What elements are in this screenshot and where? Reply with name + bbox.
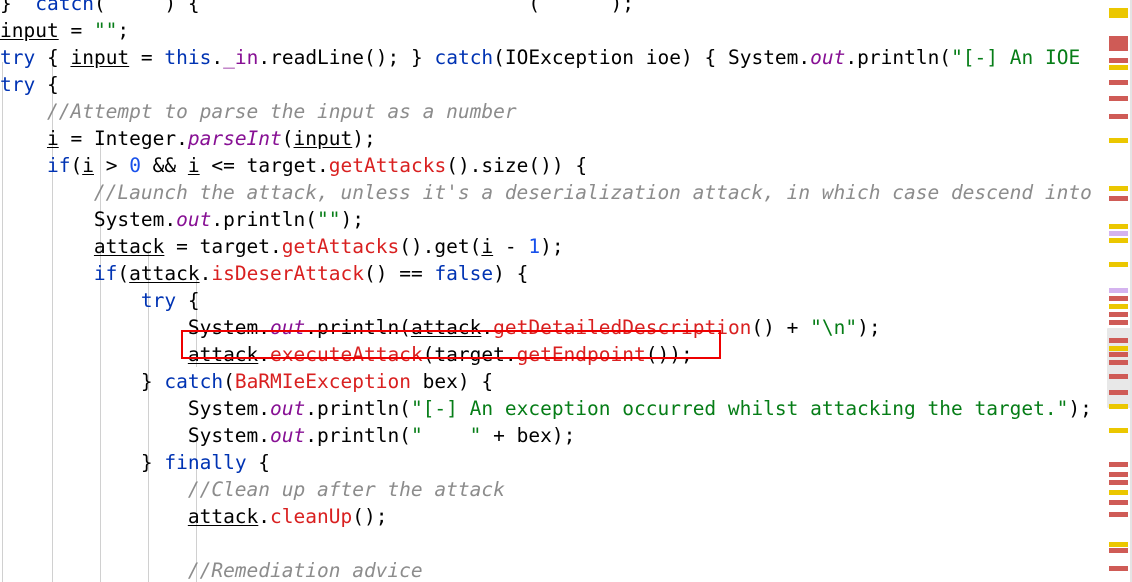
error-stripe-mark-error[interactable] <box>1109 58 1128 63</box>
code-line: System.out.println("[-] An exception occ… <box>0 397 1092 420</box>
error-stripe-mark-warning[interactable] <box>1109 542 1128 547</box>
code-line: if(i > 0 && i <= target.getAttacks().siz… <box>46 154 588 177</box>
error-stripe-track[interactable] <box>1106 0 1132 582</box>
error-stripe-mark-error[interactable] <box>1109 566 1128 571</box>
error-stripe-mark-error[interactable] <box>1109 80 1128 85</box>
error-stripe-mark-warning[interactable] <box>1109 304 1128 309</box>
error-stripe-mark-error[interactable] <box>1109 46 1128 51</box>
error-stripe-mark-error[interactable] <box>1109 390 1128 395</box>
error-stripe-mark-warning[interactable] <box>1109 224 1128 229</box>
code-line: //Launch the attack, unless it's a deser… <box>93 181 1092 204</box>
code-editor-window: } catch( ) { ( ); input = ""; try { inpu… <box>0 0 1132 582</box>
code-line: //Remediation advice <box>187 559 423 582</box>
error-stripe-mark-error[interactable] <box>1109 352 1128 357</box>
code-line-highlighted: attack.executeAttack(target.getEndpoint(… <box>187 343 693 366</box>
code-line: //Clean up after the attack <box>187 478 505 501</box>
error-stripe-mark-error[interactable] <box>1109 320 1128 325</box>
code-line: attack = target.getAttacks().get(i - 1); <box>93 235 564 258</box>
error-stripe-mark-error[interactable] <box>1109 472 1128 477</box>
error-stripe-mark-error[interactable] <box>1109 312 1128 317</box>
error-stripe-mark-warning[interactable] <box>1109 138 1128 143</box>
error-stripe-mark-error[interactable] <box>1109 480 1128 485</box>
error-stripe-mark-warning[interactable] <box>1109 13 1128 18</box>
code-line: try { input = this._in.readLine(); } cat… <box>0 46 1081 69</box>
code-line: } finally { <box>0 451 271 474</box>
error-stripe-mark-warning[interactable] <box>1109 238 1128 243</box>
error-stripe-mark-warning[interactable] <box>1109 65 1128 70</box>
code-line: try { <box>0 73 59 96</box>
code-line: System.out.println(attack.getDetailedDes… <box>0 316 881 339</box>
error-stripe-mark-error[interactable] <box>1109 512 1128 517</box>
error-stripe-mark-error[interactable] <box>1109 114 1128 119</box>
code-line: if(attack.isDeserAttack() == false) { <box>93 262 529 285</box>
code-line: attack.cleanUp(); <box>187 505 388 528</box>
error-stripe-mark-error[interactable] <box>1109 196 1128 201</box>
error-stripe-mark-warning[interactable] <box>1109 428 1128 433</box>
code-lines: } catch( ) { ( ); input = ""; try { inpu… <box>0 0 1106 582</box>
code-line: System.out.println(" " + bex); <box>0 424 576 447</box>
error-stripe-mark-error[interactable] <box>1109 296 1128 301</box>
error-stripe-mark-warning[interactable] <box>1109 404 1128 409</box>
error-stripe-mark-warning[interactable] <box>1109 186 1128 191</box>
error-stripe-mark-error[interactable] <box>1109 548 1128 553</box>
error-stripe-mark-warning[interactable] <box>1109 262 1128 267</box>
error-stripe-mark-info[interactable] <box>1109 288 1128 293</box>
code-line: input = ""; <box>0 19 130 42</box>
error-stripe-mark-error[interactable] <box>1109 374 1128 379</box>
error-stripe-mark-error[interactable] <box>1109 338 1128 343</box>
error-stripe-mark-info[interactable] <box>1109 231 1128 236</box>
error-stripe-mark-warning[interactable] <box>1109 490 1128 495</box>
code-line: try { <box>140 289 200 312</box>
error-stripe-mark-error[interactable] <box>1109 360 1128 365</box>
code-line: } catch(BaRMIeException bex) { <box>0 370 494 393</box>
error-stripe-mark-error[interactable] <box>1109 96 1128 101</box>
code-line: System.out.println(""); <box>0 208 364 231</box>
error-stripe-mark-warning[interactable] <box>1109 346 1128 351</box>
error-stripe-gutter[interactable] <box>1105 0 1132 582</box>
editor-text-area[interactable]: } catch( ) { ( ); input = ""; try { inpu… <box>0 0 1106 582</box>
code-line: } catch( ) { ( ); <box>0 0 634 15</box>
error-stripe-mark-error[interactable] <box>1109 500 1128 505</box>
code-line: //Attempt to parse the input as a number <box>46 100 517 123</box>
error-stripe-mark-error[interactable] <box>1109 462 1128 467</box>
code-line: i = Integer.parseInt(input); <box>46 127 376 150</box>
